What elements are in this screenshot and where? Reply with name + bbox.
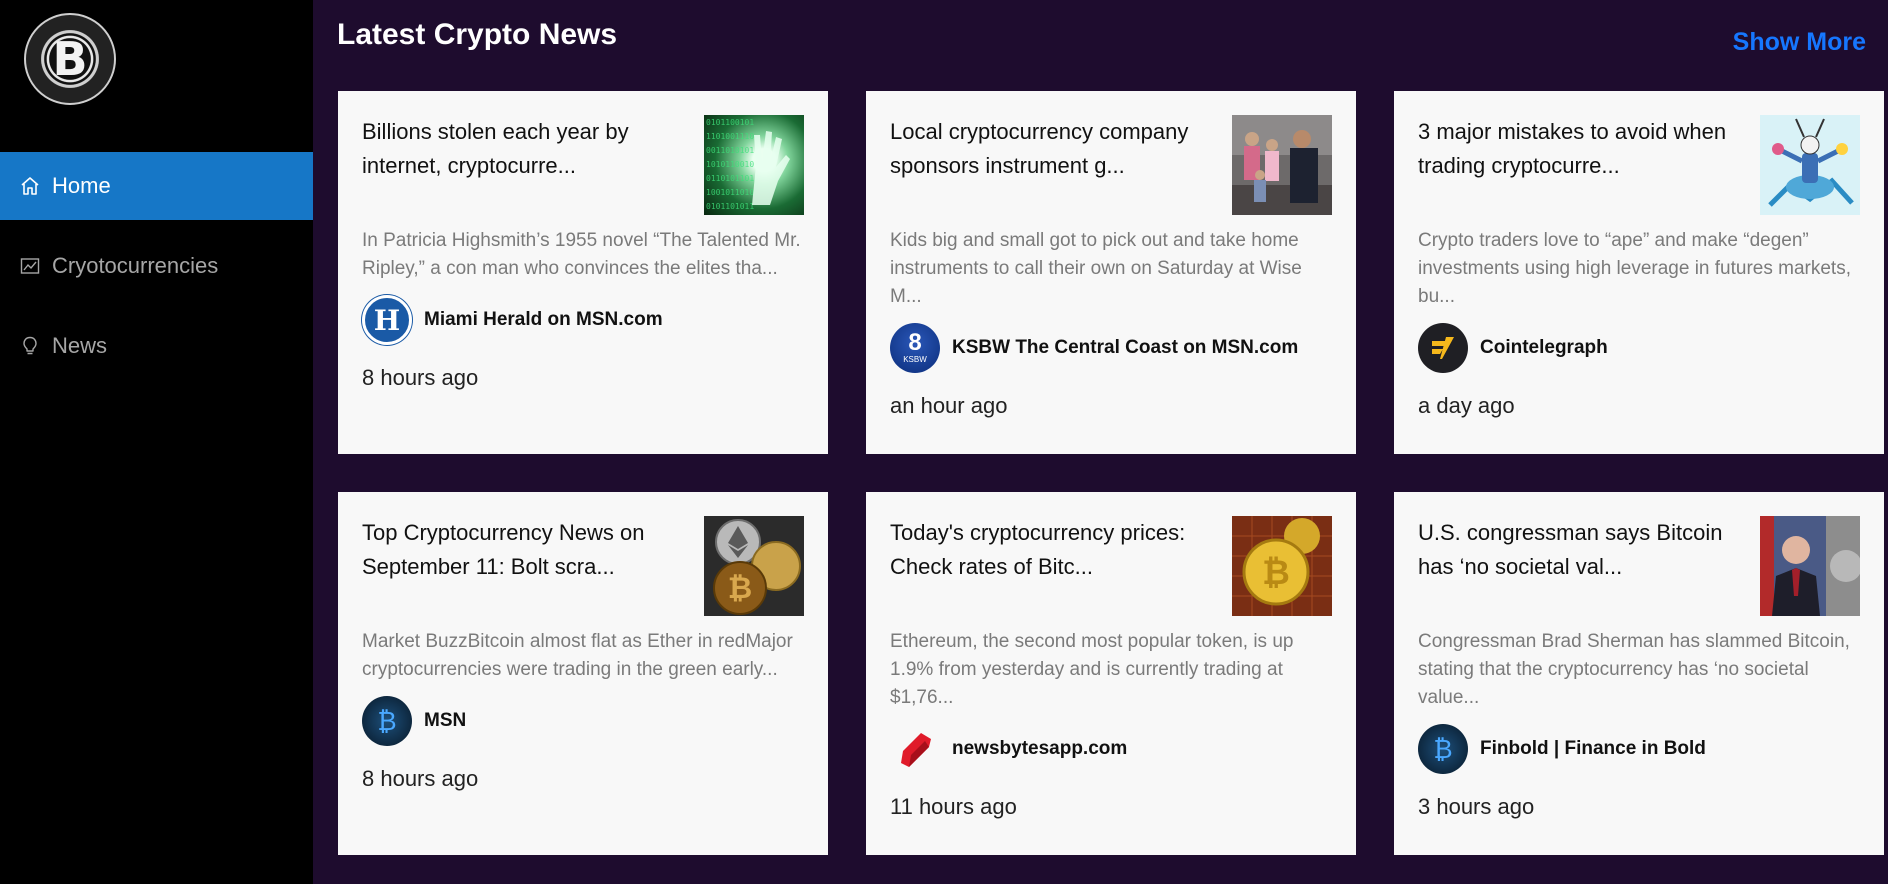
sidebar-item-cryptocurrencies[interactable]: Cryotocurrencies [0,232,313,300]
news-description: Crypto traders love to “ape” and make “d… [1418,230,1851,307]
news-provider: ₿ MSN [362,696,804,746]
logo-letter: B [52,32,88,86]
svg-text:0110101101: 0110101101 [706,174,754,183]
news-card[interactable]: Local cryptocurrency company sponsors in… [866,91,1356,454]
chart-icon [20,256,40,276]
meditating-trader-illustration-thumbnail [1760,115,1860,215]
svg-text:₿: ₿ [728,571,752,606]
congressman-portrait-thumbnail [1760,516,1860,616]
news-time: 8 hours ago [362,365,479,390]
bulb-icon [20,336,40,356]
news-title[interactable]: 3 major mistakes to avoid when trading c… [1418,115,1728,183]
provider-avatar: ₿ [362,696,412,746]
provider-avatar: 8 KSBW [890,323,940,373]
page-title: Latest Crypto News [337,18,618,51]
newsbytes-logo-avatar [890,724,940,774]
provider-avatar: H [362,295,412,345]
news-time: 3 hours ago [1418,794,1535,819]
provider-name: Miami Herald on MSN.com [424,309,663,330]
avatar-number: 8 [908,329,922,356]
bitcoin-icon: ₿ [1433,734,1453,765]
bitcoin-icon: ₿ [377,706,397,737]
sidebar-item-label: Home [52,173,111,198]
svg-text:1001011010: 1001011010 [706,188,754,197]
home-icon [20,176,40,196]
provider-name: MSN [424,710,467,731]
news-title[interactable]: Billions stolen each year by internet, c… [362,115,672,183]
gold-bitcoin-thumbnail: ₿ [1232,516,1332,616]
sidebar-item-home[interactable]: Home [0,152,313,220]
news-provider: ₿ Finbold | Finance in Bold [1418,724,1860,774]
news-time: an hour ago [890,393,1008,418]
svg-text:0101101011: 0101101011 [706,202,754,211]
news-title[interactable]: Today's cryptocurrency prices: Check rat… [890,516,1200,584]
svg-text:0101100101: 0101100101 [706,118,754,127]
news-description: Kids big and small got to pick out and t… [890,230,1302,307]
show-more-link[interactable]: Show More [1733,28,1866,57]
hacker-hand-thumbnail: 0101100101 1101001110 0011010101 101011001… [704,115,804,215]
provider-avatar: ₿ [1418,724,1468,774]
provider-name: KSBW The Central Coast on MSN.com [952,337,1299,358]
news-provider: H Miami Herald on MSN.com [362,295,804,345]
news-card[interactable]: 3 major mistakes to avoid when trading c… [1394,91,1884,454]
sidebar: B Home Cryotocurrencies News [0,0,313,884]
provider-name: Finbold | Finance in Bold [1480,738,1706,759]
sidebar-item-label: News [52,333,108,358]
avatar-letter: H [373,303,401,337]
news-time: 11 hours ago [890,794,1017,819]
news-card[interactable]: U.S. congressman says Bitcoin has ‘no so… [1394,492,1884,855]
crypto-coins-thumbnail: ₿ [704,516,804,616]
svg-text:0011010101: 0011010101 [706,146,754,155]
family-photo-thumbnail [1232,115,1332,215]
avatar-subtext: KSBW [903,355,927,364]
provider-name: Cointelegraph [1480,337,1608,358]
news-grid: Billions stolen each year by internet, c… [338,91,1884,855]
svg-text:1101001110: 1101001110 [706,132,754,141]
sidebar-item-news[interactable]: News [0,312,313,380]
provider-name: newsbytesapp.com [952,738,1128,759]
svg-text:₿: ₿ [1262,553,1290,593]
news-description: Congressman Brad Sherman has slammed Bit… [1418,631,1850,708]
news-card[interactable]: Billions stolen each year by internet, c… [338,91,828,454]
news-provider: newsbytesapp.com [890,724,1332,774]
news-title[interactable]: U.S. congressman says Bitcoin has ‘no so… [1418,516,1728,584]
news-description: Ethereum, the second most popular token,… [890,631,1294,708]
news-time: 8 hours ago [362,766,479,791]
news-card[interactable]: Top Cryptocurrency News on September 11:… [338,492,828,855]
news-description: Market BuzzBitcoin almost flat as Ether … [362,631,793,680]
svg-text:1010110010: 1010110010 [706,160,754,169]
sidebar-item-label: Cryotocurrencies [52,253,219,278]
news-title[interactable]: Top Cryptocurrency News on September 11:… [362,516,672,584]
news-description: In Patricia Highsmith’s 1955 novel “The … [362,230,801,279]
news-provider: Cointelegraph [1418,323,1860,373]
cointelegraph-logo-avatar [1418,323,1468,373]
news-provider: 8 KSBW KSBW The Central Coast on MSN.com [890,323,1332,373]
news-card[interactable]: Today's cryptocurrency prices: Check rat… [866,492,1356,855]
main-content: Latest Crypto News Show More Billions st… [313,0,1888,884]
news-title[interactable]: Local cryptocurrency company sponsors in… [890,115,1200,183]
nav-menu: Home Cryotocurrencies News [0,152,313,392]
bitcoin-logo[interactable]: B [24,13,116,105]
news-time: a day ago [1418,393,1515,418]
